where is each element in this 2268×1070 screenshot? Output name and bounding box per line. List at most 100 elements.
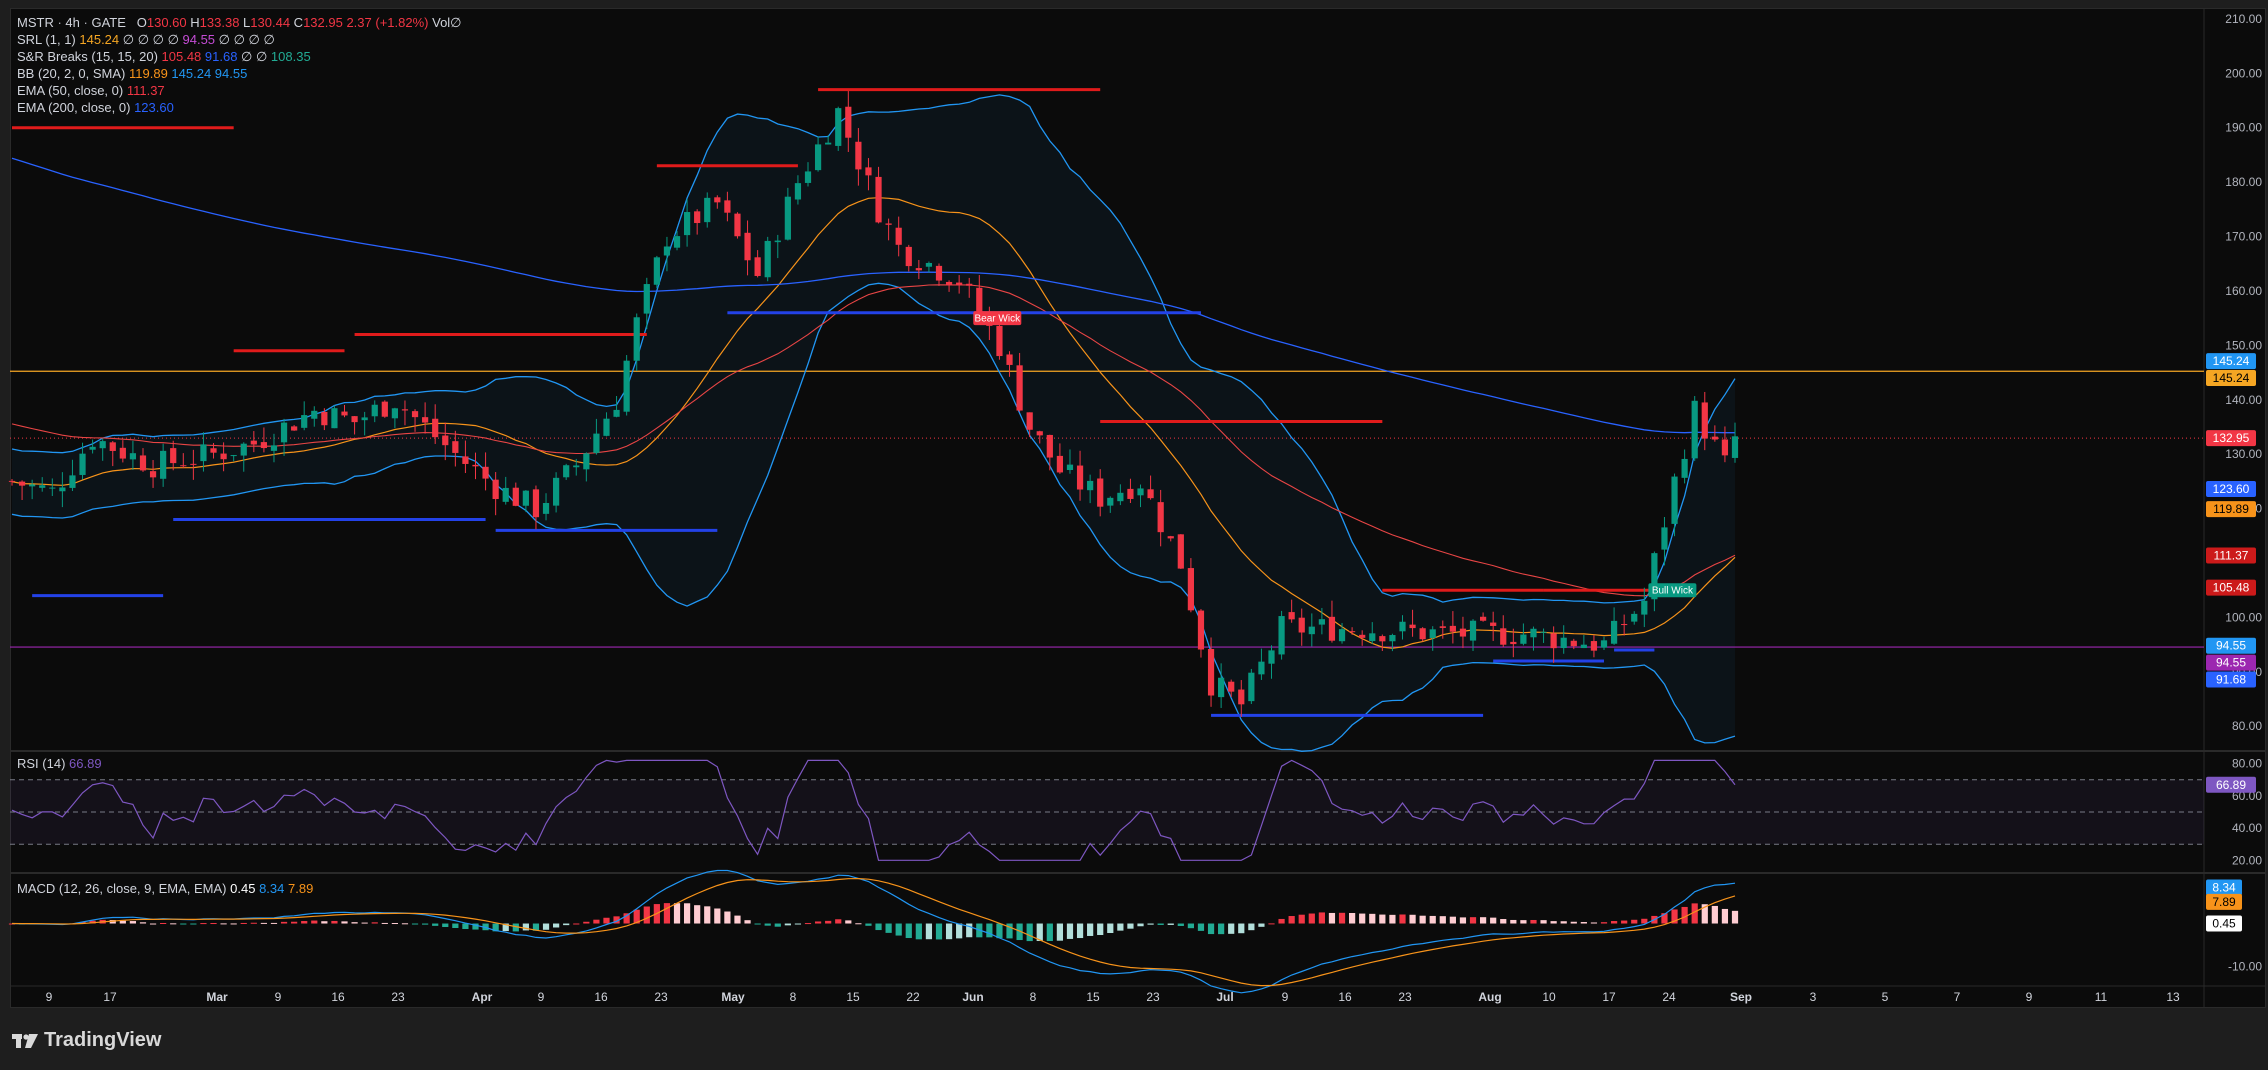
candle-body [280, 422, 288, 443]
macd-histogram-bar [1187, 923, 1195, 929]
macd-histogram-bar [1479, 917, 1487, 924]
candle-body [311, 410, 318, 419]
macd-histogram-bar [119, 920, 126, 924]
candle-body [1449, 625, 1456, 632]
candle-body [1510, 641, 1517, 645]
time-axis-tick: 23 [1398, 990, 1412, 1004]
price-axis-tick: 200.00 [2225, 66, 2262, 80]
low-value: 130.44 [250, 15, 291, 30]
chart-canvas[interactable]: Bear Wick Bull Wick 210.00 200.00 190.00 180.… [0, 0, 2268, 1008]
candle-body [905, 246, 912, 267]
time-axis-tick: Jun [962, 990, 983, 1004]
indicator-value: 108.35 [270, 49, 311, 64]
macd-histogram-bar [885, 923, 892, 933]
candle-body [411, 411, 419, 418]
candle-body [371, 404, 378, 417]
macd-histogram-bar [1056, 923, 1064, 941]
price-axis-tick: 190.00 [2225, 121, 2262, 135]
price-axis-label: 132.95 [2206, 430, 2256, 447]
price-axis-label: 123.60 [2206, 481, 2256, 497]
price-axis-tick: 160.00 [2225, 284, 2262, 298]
candle-body [1117, 492, 1124, 502]
price-axis-label: 91.68 [2206, 671, 2256, 688]
candle-body [39, 485, 46, 488]
rsi-legend[interactable]: RSI (14) 66.89 [17, 756, 102, 771]
indicator-legend-row[interactable]: BB (20, 2, 0, SMA) 119.89 145.24 94.55 [17, 65, 462, 82]
macd-histogram-bar [764, 923, 771, 926]
candle-body [1731, 436, 1739, 458]
candle-body [925, 262, 933, 267]
candle-body [381, 401, 388, 417]
candle-body [1036, 431, 1043, 436]
indicator-legend-row[interactable]: EMA (200, close, 0) 123.60 [17, 99, 462, 116]
macd-histogram-bar [1338, 912, 1346, 924]
macd-histogram-bar [301, 921, 308, 924]
macd-histogram-bar [1207, 923, 1215, 935]
indicator-value: 91.68 [204, 49, 242, 64]
macd-histogram-bar [935, 923, 943, 940]
candle-body [149, 471, 157, 478]
indicator-legend-row[interactable]: S&R Breaks (15, 15, 20) 105.48 91.68 ∅ ∅… [17, 48, 462, 65]
time-axis-tick: 16 [1338, 990, 1352, 1004]
macd-histogram-bar [1026, 923, 1033, 942]
candle-body [1570, 640, 1577, 647]
macd-label-text: 7.89 [2212, 895, 2236, 909]
price-label-text: 119.89 [2213, 502, 2249, 516]
macd-histogram-bar [1228, 923, 1235, 934]
candle-body [270, 445, 278, 451]
candle-body [1187, 568, 1195, 611]
macd-histogram-bar [1318, 912, 1325, 924]
macd-histogram-bar [825, 920, 832, 924]
macd-histogram-bar [1510, 919, 1517, 924]
time-axis-tick: Jul [1216, 990, 1233, 1004]
candle-body [391, 408, 398, 419]
time-axis-tick: 15 [1086, 990, 1100, 1004]
macd-histogram-bar [230, 923, 237, 925]
price-label-text: 145.24 [2213, 354, 2250, 368]
indicator-value: ∅ [248, 32, 264, 47]
macd-histogram-bar [552, 923, 560, 928]
candle [653, 255, 660, 289]
candle-body [532, 489, 540, 518]
candle-body [1087, 480, 1094, 491]
rsi-value-label: 66.89 [2206, 776, 2256, 793]
macd-histogram-bar [260, 922, 268, 924]
candle-body [825, 142, 832, 145]
macd-histogram-bar [1379, 914, 1386, 924]
macd-histogram-bar [1580, 922, 1587, 924]
price-label-text: 94.55 [2216, 639, 2246, 653]
indicator-legend-row[interactable]: SRL (1, 1) 145.24 ∅ ∅ ∅ ∅ 94.55 ∅ ∅ ∅ ∅ [17, 31, 462, 48]
rsi-axis-tick: 20.00 [2232, 853, 2262, 867]
tradingview-logo[interactable]: TradingView [12, 1029, 161, 1052]
candle-body [704, 197, 711, 223]
time-axis-tick: 8 [790, 990, 797, 1004]
candle-body [734, 213, 741, 237]
candle-body [59, 487, 66, 492]
time-axis-tick: 17 [103, 990, 117, 1004]
chart-legend: MSTR · 4h · GATE O130.60 H133.38 L130.44… [17, 14, 462, 116]
candle-body [1238, 689, 1245, 705]
candle-body [794, 183, 802, 200]
candle-body [885, 223, 892, 225]
candle-body [593, 433, 600, 453]
candle-body [724, 200, 731, 213]
time-axis-tick: 5 [1882, 990, 1889, 1004]
candle-body [1671, 476, 1678, 524]
macd-histogram-bar [190, 923, 197, 925]
rsi-label-text: 66.89 [2216, 778, 2246, 792]
macd-histogram-bar [794, 923, 802, 925]
time-axis-tick: 15 [846, 990, 860, 1004]
candle-body [1631, 613, 1638, 622]
indicator-legend-row[interactable]: EMA (50, close, 0) 111.37 [17, 82, 462, 99]
symbol-header[interactable]: MSTR · 4h · GATE O130.60 H133.38 L130.44… [17, 14, 462, 31]
price-axis-label: 111.37 [2206, 547, 2256, 564]
price-label-text: 111.37 [2214, 549, 2249, 563]
candle-body [69, 475, 76, 488]
macd-legend[interactable]: MACD (12, 26, close, 9, EMA, EMA) 0.45 8… [17, 881, 313, 896]
macd-histogram-bar [1258, 923, 1265, 927]
macd-histogram-bar [1449, 916, 1456, 924]
wick-label: Bull Wick [1648, 583, 1697, 598]
macd-histogram-bar [1197, 923, 1205, 931]
macd-histogram-bar [1066, 923, 1074, 939]
candle-body [1167, 536, 1174, 539]
